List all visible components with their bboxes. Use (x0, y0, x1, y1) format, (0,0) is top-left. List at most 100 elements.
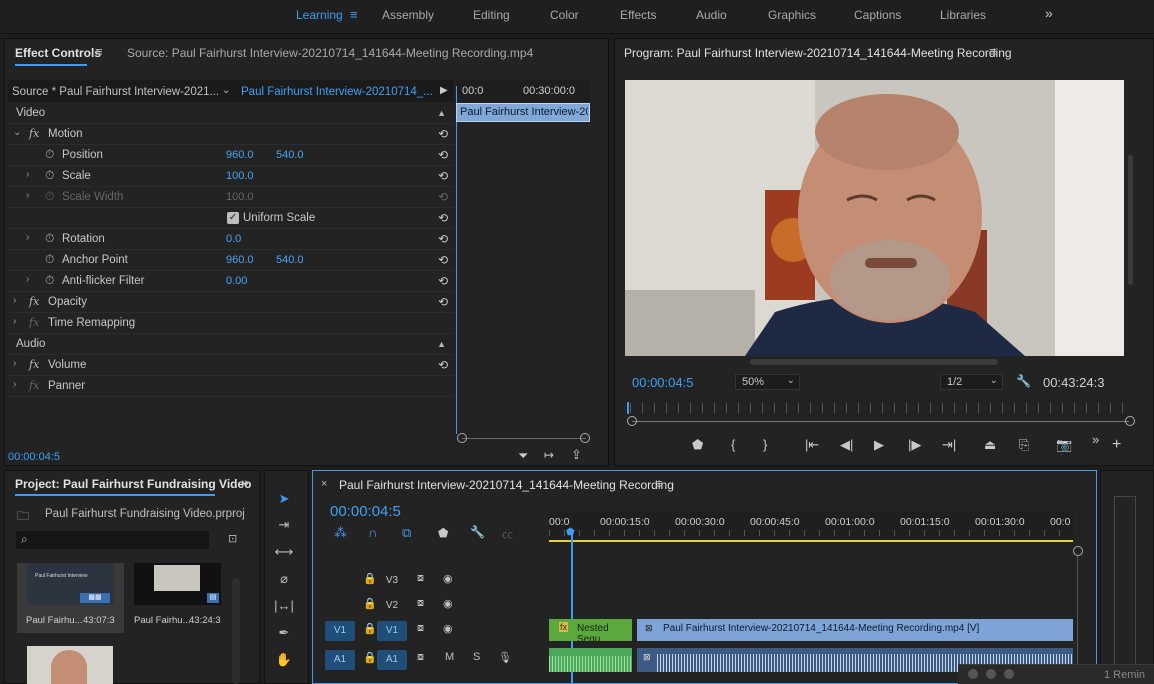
expand-icon[interactable]: › (13, 295, 16, 306)
scale-value[interactable]: 100.0 (226, 170, 254, 182)
position-x[interactable]: 960.0 (226, 149, 254, 161)
volume-row[interactable]: › fx Volume ⟲ (8, 355, 454, 376)
scroll-up-icon[interactable]: ▲ (437, 339, 446, 349)
lock-icon[interactable]: 🔒 (363, 622, 377, 635)
expand-icon[interactable]: › (26, 169, 29, 180)
export-icon[interactable]: ⇪ (571, 447, 582, 463)
reset-icon[interactable]: ⟲ (438, 127, 448, 141)
position-y[interactable]: 540.0 (276, 149, 304, 161)
video-clip[interactable]: ⊠ Paul Fairhurst Interview-20210714_1416… (637, 619, 1073, 641)
eye-icon[interactable]: ◉ (443, 572, 453, 585)
zoom-dropdown[interactable]: 50% ⌄ (735, 374, 800, 390)
expand-icon[interactable]: › (13, 379, 16, 390)
sync-lock-icon[interactable]: ⧇ (417, 622, 424, 635)
add-marker-icon[interactable]: ⬟ (438, 526, 448, 540)
zoom-handle-right[interactable] (1125, 416, 1135, 426)
vertical-zoom-handle[interactable] (1073, 546, 1083, 556)
sync-lock-icon[interactable]: ⧇ (417, 651, 424, 664)
ec-zoom-bar[interactable] (462, 438, 586, 439)
reset-icon[interactable]: ⟲ (438, 232, 448, 246)
track-name[interactable]: V3 (377, 571, 407, 591)
fx-icon[interactable]: fx (29, 358, 39, 371)
effect-controls-tab[interactable]: Effect Controls (15, 46, 101, 60)
zoom-handle-left[interactable] (627, 416, 637, 426)
workspace-editing[interactable]: Editing (473, 8, 510, 22)
mark-out-icon[interactable]: } (763, 437, 767, 452)
panel-menu-icon[interactable]: ≡ (655, 476, 663, 491)
workspace-libraries[interactable]: Libraries (940, 8, 986, 22)
scroll-up-icon[interactable]: ▲ (437, 108, 446, 118)
mark-in-icon[interactable]: { (731, 437, 735, 452)
panel-menu-icon[interactable]: ≡ (95, 44, 103, 59)
collapse-icon[interactable]: ⌄ (13, 127, 21, 138)
linked-selection-icon[interactable]: ⧉ (402, 525, 411, 541)
slip-tool-icon[interactable]: |↔| (271, 594, 297, 618)
track-name[interactable]: A1 (377, 650, 407, 670)
workspace-captions[interactable]: Captions (854, 8, 901, 22)
sync-lock-icon[interactable]: ⧇ (417, 572, 424, 585)
close-icon[interactable]: × (321, 478, 327, 490)
lift-icon[interactable]: ⏏ (984, 437, 996, 453)
track-select-tool-icon[interactable]: ⇥ (271, 513, 297, 537)
solo-button[interactable]: S (473, 651, 480, 663)
fx-icon[interactable]: fx (29, 295, 39, 308)
project-search-input[interactable]: ⌕ (16, 531, 209, 549)
project-scrollbar[interactable] (232, 578, 240, 684)
resolution-dropdown[interactable]: 1/2 ⌄ (940, 374, 1003, 390)
opacity-row[interactable]: › fx Opacity ⟲ (8, 292, 454, 313)
uniform-scale-checkbox[interactable]: ✓ (227, 212, 239, 224)
stopwatch-icon[interactable]: ⏱ (45, 231, 54, 246)
camera-icon[interactable]: 📷 (1056, 437, 1072, 453)
panner-row[interactable]: › fx Panner (8, 376, 454, 397)
overflow-chevron-icon[interactable]: » (1045, 5, 1053, 21)
reset-icon[interactable]: ⟲ (438, 148, 448, 162)
workspace-assembly[interactable]: Assembly (382, 8, 434, 22)
expand-icon[interactable]: › (26, 190, 29, 201)
nest-icon[interactable]: ⁂ (334, 525, 347, 541)
timeline-title[interactable]: Paul Fairhurst Interview-20210714_141644… (339, 478, 674, 492)
eye-icon[interactable]: ◉ (443, 622, 453, 635)
source-patch-a1[interactable]: A1 (325, 650, 355, 670)
razor-tool-icon[interactable]: ⌀ (271, 567, 297, 591)
stopwatch-icon[interactable]: ⏱ (45, 252, 54, 267)
filter-icon[interactable]: ⏷ (518, 448, 528, 464)
wrench-icon[interactable]: 🔧 (470, 525, 485, 539)
chevron-down-icon[interactable]: ⌄ (222, 85, 230, 96)
reset-icon[interactable]: ⟲ (438, 358, 448, 372)
sequence-dropdown[interactable]: Paul Fairhurst Interview-20210714_... (241, 86, 433, 98)
extract-icon[interactable]: ⎘ (1019, 437, 1029, 453)
notification-bar[interactable]: 1 Remin (958, 664, 1154, 684)
work-area-bar[interactable] (549, 540, 1073, 542)
anti-flicker-value[interactable]: 0.00 (226, 275, 247, 287)
add-button-icon[interactable]: + (1112, 436, 1121, 454)
ripple-edit-tool-icon[interactable]: ⟷ (271, 540, 297, 564)
ec-playhead[interactable] (456, 86, 457, 434)
project-item-selected[interactable]: Paul Fairhurst Interview ▦▦ Paul Fairhu.… (17, 563, 124, 633)
hand-tool-icon[interactable]: ✋ (271, 648, 297, 672)
lock-icon[interactable]: 🔒 (363, 597, 377, 610)
workspace-color[interactable]: Color (550, 8, 579, 22)
workspace-learning[interactable]: Learning (296, 8, 343, 22)
reset-icon[interactable]: ⟲ (438, 169, 448, 183)
mute-button[interactable]: M (445, 651, 454, 663)
expand-icon[interactable]: › (26, 274, 29, 285)
anchor-point-x[interactable]: 960.0 (226, 254, 254, 266)
nested-sequence-clip[interactable]: fx Nested Sequ (549, 619, 632, 645)
lock-icon[interactable]: 🔒 (363, 572, 377, 585)
program-ruler[interactable] (630, 403, 1128, 413)
video-frame[interactable] (625, 80, 1124, 356)
stopwatch-icon[interactable]: ⏱ (45, 168, 54, 183)
workspace-audio[interactable]: Audio (696, 8, 727, 22)
lock-icon[interactable]: 🔒 (363, 651, 377, 664)
anchor-point-y[interactable]: 540.0 (276, 254, 304, 266)
play-only-icon[interactable]: ▶ (440, 85, 448, 96)
overflow-chevron-icon[interactable]: » (1092, 432, 1099, 447)
snap-magnet-icon[interactable]: ∩ (368, 525, 377, 540)
pen-tool-icon[interactable]: ✒ (271, 621, 297, 645)
timeline-timecode[interactable]: 00:00:04:5 (330, 503, 401, 520)
project-thumbnail[interactable] (27, 646, 113, 684)
track-name[interactable]: V2 (377, 596, 407, 616)
microphone-icon[interactable]: 🎙 (498, 651, 512, 664)
step-back-icon[interactable]: ◀| (840, 437, 853, 453)
go-to-out-icon[interactable]: ⇥| (942, 437, 956, 453)
